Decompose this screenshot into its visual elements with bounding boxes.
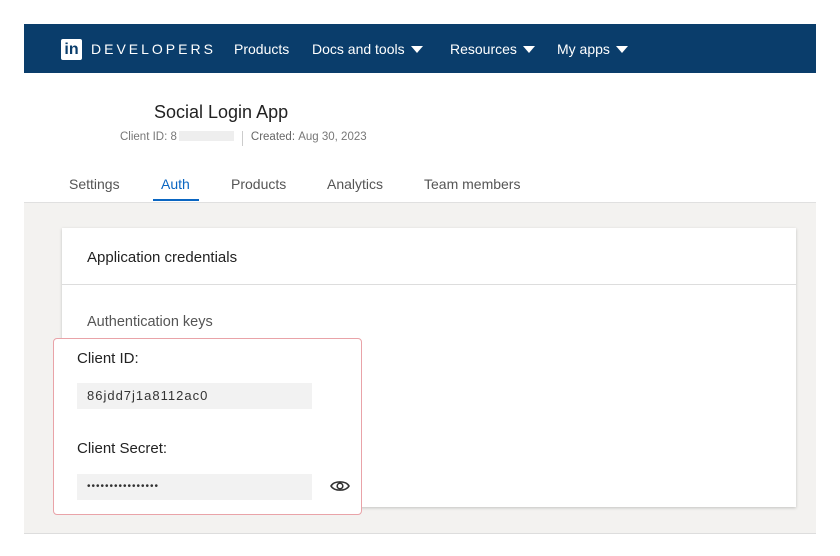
- app-meta: Client ID: 8 Created: Aug 30, 2023: [120, 131, 367, 146]
- client-id-field[interactable]: 86jdd7j1a8112ac0: [77, 383, 312, 409]
- nav-label: Products: [234, 41, 290, 57]
- divider: [62, 284, 796, 285]
- card-subtitle: Authentication keys: [87, 314, 213, 330]
- nav-resources[interactable]: Resources: [450, 41, 535, 57]
- tab-settings[interactable]: Settings: [69, 176, 120, 192]
- brand-label[interactable]: DEVELOPERS: [91, 41, 216, 57]
- created-value: Aug 30, 2023: [298, 131, 367, 143]
- app-header: Social Login App Client ID: 8 Created: A…: [24, 73, 816, 203]
- caret-down-icon: [410, 45, 423, 53]
- client-secret-field[interactable]: ••••••••••••••••: [77, 474, 312, 500]
- tab-analytics[interactable]: Analytics: [327, 176, 383, 192]
- linkedin-logo[interactable]: in: [61, 39, 82, 60]
- tab-products[interactable]: Products: [231, 176, 286, 192]
- card-title: Application credentials: [87, 249, 238, 266]
- tab-auth[interactable]: Auth: [161, 176, 190, 192]
- client-secret-label: Client Secret:: [77, 440, 168, 457]
- redacted-block: [178, 131, 234, 141]
- nav-label: My apps: [557, 41, 610, 57]
- tab-team-members[interactable]: Team members: [424, 176, 520, 192]
- created-label: Created:: [250, 131, 296, 143]
- active-tab-indicator: [153, 199, 199, 201]
- nav-docs-and-tools[interactable]: Docs and tools: [312, 41, 423, 57]
- app-title: Social Login App: [154, 102, 289, 122]
- eye-icon[interactable]: [330, 479, 350, 493]
- client-id-value: 8: [170, 131, 177, 143]
- divider: [241, 131, 243, 146]
- caret-down-icon: [615, 45, 628, 53]
- nav-label: Docs and tools: [312, 41, 405, 57]
- nav-label: Resources: [450, 41, 517, 57]
- nav-my-apps[interactable]: My apps: [557, 41, 628, 57]
- top-nav: in DEVELOPERS Products Docs and tools Re…: [24, 24, 816, 73]
- client-id-label: Client ID:: [120, 131, 168, 143]
- caret-down-icon: [522, 45, 535, 53]
- nav-products[interactable]: Products: [234, 41, 289, 57]
- highlighted-credentials: Client ID: 86jdd7j1a8112ac0 Client Secre…: [53, 338, 362, 515]
- client-id-label: Client ID:: [77, 350, 139, 367]
